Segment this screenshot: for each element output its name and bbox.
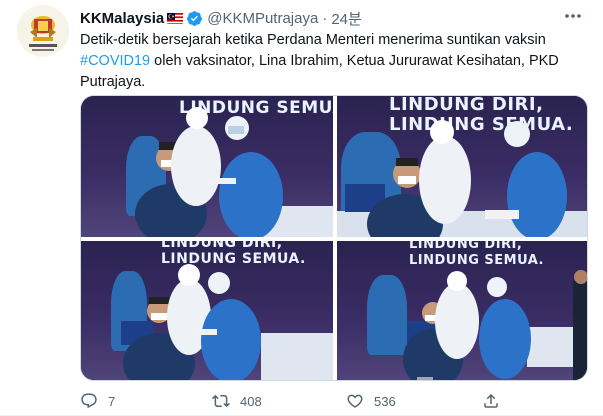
- reply-button[interactable]: 7: [80, 392, 115, 410]
- photo-4[interactable]: LINDUNG DIRI, LINDUNG SEMUA.: [337, 241, 587, 380]
- hashtag-link[interactable]: #COVID19: [80, 53, 150, 69]
- share-icon: [484, 393, 498, 408]
- retweet-count: 408: [240, 393, 262, 409]
- photo-4-scene: [403, 270, 587, 380]
- tweet-text: Detik-detik bersejarah ketika Perdana Me…: [80, 30, 585, 93]
- more-options-icon: [565, 14, 581, 18]
- photo-2-scene: [337, 120, 587, 237]
- avatar[interactable]: [17, 5, 69, 57]
- retweet-button[interactable]: 408: [212, 392, 262, 410]
- more-options-button[interactable]: [563, 8, 583, 24]
- retweet-icon: [212, 394, 230, 408]
- photo-1-scene: [135, 107, 333, 237]
- tweet-text-line3: Putrajaya.: [80, 74, 146, 90]
- reply-icon: [81, 393, 97, 409]
- tweet-text-line1: Detik-detik bersejarah ketika Perdana Me…: [80, 32, 546, 48]
- display-name[interactable]: KKMalaysia: [80, 10, 164, 27]
- photo-2[interactable]: LINDUNG DIRI, LINDUNG SEMUA.: [337, 96, 587, 237]
- kkm-logo-icon: [17, 5, 69, 57]
- heart-icon: [347, 394, 363, 408]
- tweet-text-line2: oleh vaksinator, Lina Ibrahim, Ketua Jur…: [150, 53, 559, 69]
- photo-1[interactable]: LINDUNG SEMUA.: [81, 96, 333, 237]
- tweet-actions: 7 408 536: [80, 392, 585, 414]
- tweet-header: KKMalaysia @KKMPutrajaya · 24분: [80, 8, 362, 28]
- timestamp[interactable]: 24분: [331, 8, 362, 29]
- tweet[interactable]: KKMalaysia @KKMPutrajaya · 24분 Detik-det…: [0, 0, 603, 416]
- reply-count: 7: [108, 393, 116, 409]
- malaysia-flag-icon: [167, 12, 184, 24]
- media-grid: LINDUNG SEMUA. LINDUNG DIRI, LINDUNG SEM…: [80, 95, 588, 381]
- share-button[interactable]: [482, 392, 510, 410]
- like-count: 536: [374, 393, 396, 409]
- verified-badge-icon: [187, 10, 203, 26]
- user-handle[interactable]: @KKMPutrajaya: [207, 10, 318, 27]
- separator-dot: ·: [322, 9, 328, 27]
- like-button[interactable]: 536: [346, 392, 396, 410]
- photo-3-scene: [121, 264, 333, 380]
- photo-3[interactable]: LINDUNG DIRI, LINDUNG SEMUA.: [81, 241, 333, 380]
